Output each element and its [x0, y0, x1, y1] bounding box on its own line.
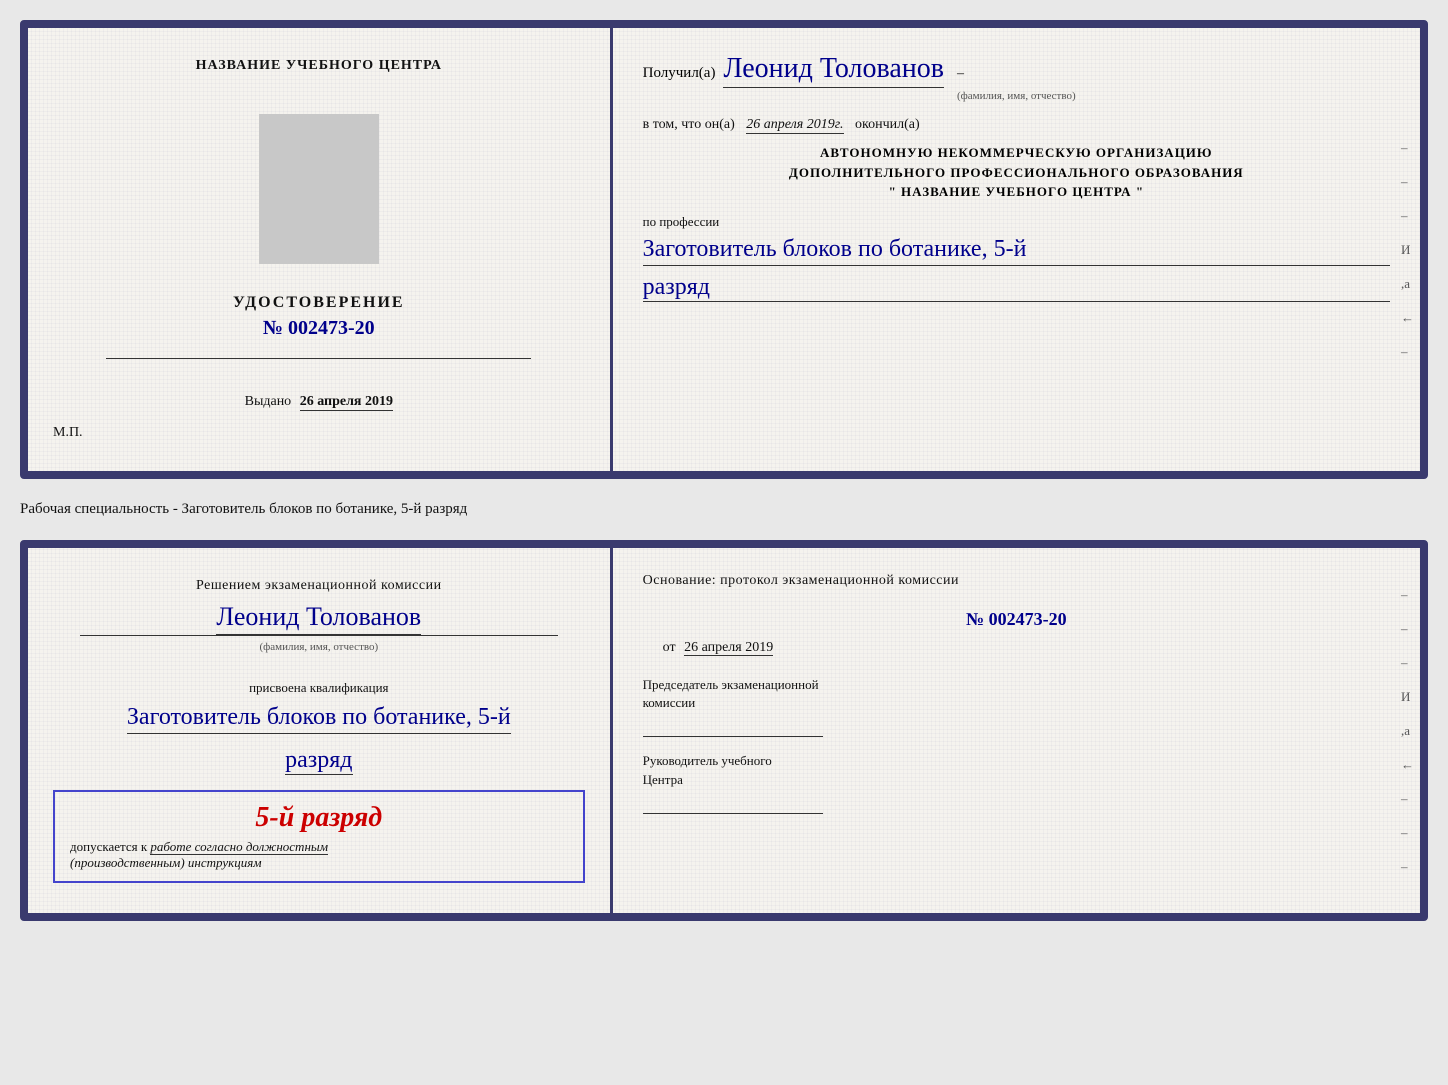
bottom-doc-right: Основание: протокол экзаменационной коми…	[613, 548, 1420, 913]
right-edge-marks-top: – – – И ,а ← –	[1401, 140, 1414, 360]
org-line3: " НАЗВАНИЕ УЧЕБНОГО ЦЕНТРА "	[643, 182, 1390, 202]
recipient-name-top: Леонид Толованов	[723, 53, 944, 88]
cert-number: № 002473-20	[233, 317, 405, 340]
mp-stamp: М.П.	[53, 410, 83, 441]
in-that-prefix: в том, что он(а)	[643, 117, 735, 132]
issued-line: Выдано 26 апреля 2019	[245, 394, 393, 410]
letter-i-bottom: И	[1401, 689, 1414, 705]
recipient-name-bottom: Леонид Толованов	[216, 602, 421, 635]
name-subtitle-bottom: (фамилия, имя, отчество)	[259, 641, 378, 653]
cert-title-block: УДОСТОВЕРЕНИЕ № 002473-20	[233, 294, 405, 340]
rank-handwritten-bottom: разряд	[285, 747, 352, 775]
arrow-bottom: ←	[1401, 757, 1414, 773]
stamp-allowed-label: допускается к	[70, 839, 147, 854]
stamp-instructions: (производственным) инструкциям	[70, 855, 262, 870]
decision-text: Решением экзаменационной комиссии	[196, 578, 442, 594]
bottom-document-card: Решением экзаменационной комиссии Леонид…	[20, 540, 1428, 921]
chair-label1: Председатель экзаменационной	[643, 677, 819, 692]
profession-label-top: по профессии	[643, 214, 1390, 230]
dash-r2: –	[1401, 174, 1414, 190]
top-document-card: НАЗВАНИЕ УЧЕБНОГО ЦЕНТРА УДОСТОВЕРЕНИЕ №…	[20, 20, 1428, 479]
stamp-work: работе согласно должностным	[150, 839, 328, 855]
stamp-allowed-text: допускается к работе согласно должностны…	[70, 839, 568, 871]
from-date-value: 26 апреля 2019	[684, 640, 773, 656]
protocol-number: № 002473-20	[643, 609, 1390, 630]
letter-a-bottom: ,а	[1401, 723, 1414, 739]
chair-signature-block: Председатель экзаменационной комиссии	[643, 676, 1390, 737]
qualified-label: присвоена квалификация	[249, 680, 388, 696]
dash-top: –	[957, 66, 964, 82]
head-label: Руководитель учебного Центра	[643, 752, 1390, 788]
issued-date: 26 апреля 2019	[300, 394, 393, 411]
org-line1: АВТОНОМНУЮ НЕКОММЕРЧЕСКУЮ ОРГАНИЗАЦИЮ	[643, 143, 1390, 163]
top-doc-left: НАЗВАНИЕ УЧЕБНОГО ЦЕНТРА УДОСТОВЕРЕНИЕ №…	[28, 28, 613, 471]
stamp-rank: 5-й разряд	[70, 802, 568, 834]
finish-date: 26 апреля 2019г.	[746, 117, 843, 134]
rank-handwritten-top: разряд	[643, 274, 1390, 302]
finished-label: окончил(а)	[855, 117, 920, 132]
received-prefix: Получил(а)	[643, 65, 716, 82]
page-container: НАЗВАНИЕ УЧЕБНОГО ЦЕНТРА УДОСТОВЕРЕНИЕ №…	[20, 20, 1428, 921]
org-line2: ДОПОЛНИТЕЛЬНОГО ПРОФЕССИОНАЛЬНОГО ОБРАЗО…	[643, 163, 1390, 183]
chair-label: Председатель экзаменационной комиссии	[643, 676, 1390, 712]
head-sig-line	[643, 794, 823, 814]
letter-a-top: ,а	[1401, 276, 1414, 292]
head-label2: Центра	[643, 772, 683, 787]
dash-r4: –	[1401, 344, 1414, 360]
bottom-doc-left: Решением экзаменационной комиссии Леонид…	[28, 548, 613, 913]
dash-r3: –	[1401, 208, 1414, 224]
profession-handwritten-bottom: Заготовитель блоков по ботанике, 5-й	[127, 702, 511, 734]
arrow-top: ←	[1401, 310, 1414, 326]
dash-rb4: –	[1401, 791, 1414, 807]
dash-rb3: –	[1401, 655, 1414, 671]
head-signature-block: Руководитель учебного Центра	[643, 752, 1390, 813]
dash-rb1: –	[1401, 587, 1414, 603]
top-doc-right: Получил(а) Леонид Толованов – (фамилия, …	[613, 28, 1420, 471]
dash-rb6: –	[1401, 859, 1414, 875]
chair-sig-line	[643, 717, 823, 737]
dash-rb5: –	[1401, 825, 1414, 841]
issued-label: Выдано	[245, 394, 292, 409]
dash-r1: –	[1401, 140, 1414, 156]
head-label1: Руководитель учебного	[643, 753, 772, 768]
name-subtitle-top: (фамилия, имя, отчество)	[643, 90, 1390, 102]
from-prefix: от	[663, 640, 676, 655]
cert-label: УДОСТОВЕРЕНИЕ	[233, 294, 405, 312]
photo-placeholder	[259, 114, 379, 264]
chair-label2: комиссии	[643, 695, 696, 710]
stamp-box: 5-й разряд допускается к работе согласно…	[53, 790, 585, 883]
profession-handwritten-top: Заготовитель блоков по ботанике, 5-й	[643, 234, 1390, 266]
dash-rb2: –	[1401, 621, 1414, 637]
letter-i-top: И	[1401, 242, 1414, 258]
basis-text: Основание: протокол экзаменационной коми…	[643, 573, 1390, 589]
from-date-line: от 26 апреля 2019	[663, 640, 1390, 656]
top-left-title: НАЗВАНИЕ УЧЕБНОГО ЦЕНТРА	[196, 58, 442, 74]
separator-text: Рабочая специальность - Заготовитель бло…	[20, 497, 1428, 522]
right-edge-marks-bottom: – – – И ,а ← – – –	[1401, 587, 1414, 875]
in-that-line: в том, что он(а) 26 апреля 2019г. окончи…	[643, 117, 1390, 133]
org-block: АВТОНОМНУЮ НЕКОММЕРЧЕСКУЮ ОРГАНИЗАЦИЮ ДО…	[643, 143, 1390, 202]
